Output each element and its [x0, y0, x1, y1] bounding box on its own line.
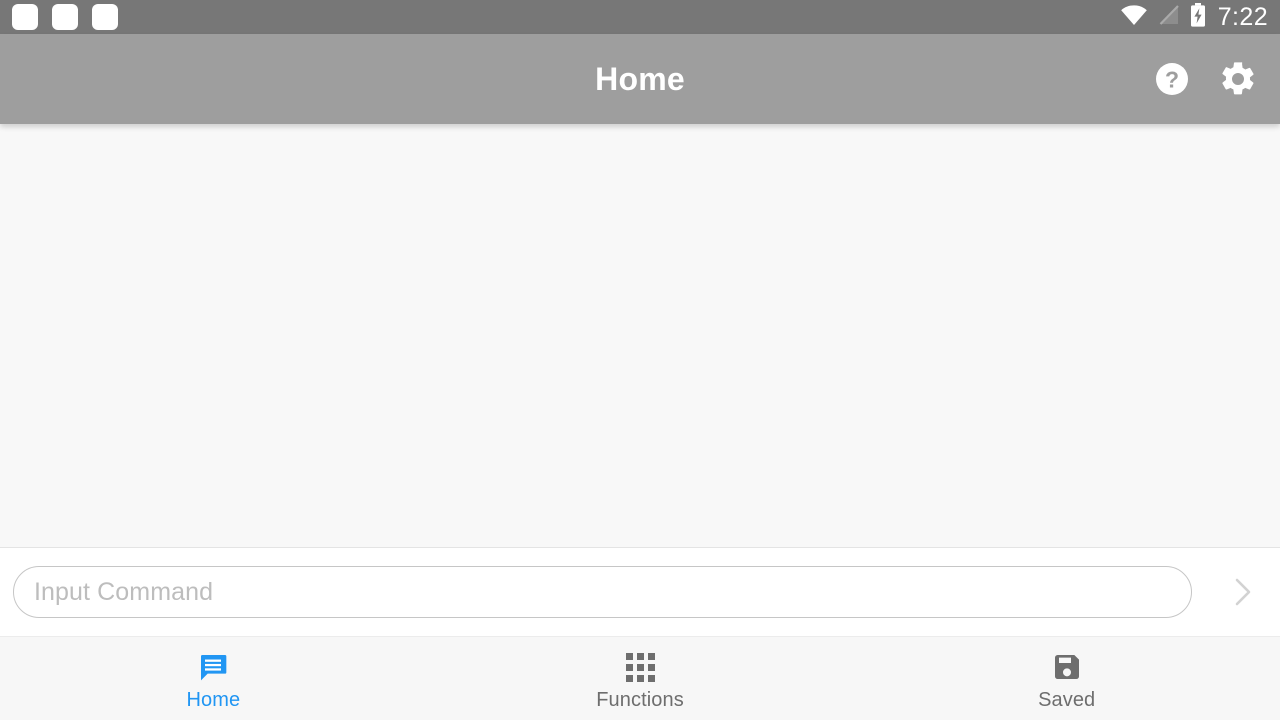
- message-list[interactable]: [0, 124, 1280, 548]
- command-input-field[interactable]: Input Command: [13, 566, 1192, 618]
- nav-item-functions[interactable]: Functions: [427, 637, 854, 720]
- status-notification-icons: [12, 4, 118, 30]
- wifi-icon: [1120, 4, 1148, 30]
- notification-icon: [12, 4, 38, 30]
- nav-label-saved: Saved: [1038, 689, 1096, 711]
- bottom-navigation: Home Functions Saved: [0, 636, 1280, 720]
- settings-icon[interactable]: [1218, 59, 1258, 99]
- notification-icon: [52, 4, 78, 30]
- battery-charging-icon: [1190, 2, 1206, 32]
- command-input-placeholder: Input Command: [34, 577, 214, 606]
- status-clock: 7:22: [1217, 2, 1268, 31]
- svg-text:?: ?: [1165, 67, 1179, 93]
- nav-item-home[interactable]: Home: [0, 637, 427, 720]
- help-icon[interactable]: ?: [1154, 61, 1190, 97]
- page-title: Home: [595, 60, 685, 97]
- chat-icon: [197, 651, 229, 683]
- app-toolbar: Home ?: [0, 34, 1280, 124]
- signal-off-icon: [1158, 4, 1180, 31]
- nav-label-functions: Functions: [596, 689, 684, 711]
- command-input-bar: Input Command: [0, 548, 1280, 636]
- chevron-right-icon[interactable]: [1206, 555, 1280, 629]
- status-bar: 7:22: [0, 0, 1280, 34]
- toolbar-actions: ?: [1154, 59, 1280, 99]
- notification-icon: [92, 4, 118, 30]
- grid-icon: [625, 651, 655, 683]
- nav-item-saved[interactable]: Saved: [853, 637, 1280, 720]
- app-screen: 7:22 Home ? Input Command Home Functions…: [0, 0, 1280, 720]
- floppy-disk-icon: [1051, 651, 1083, 683]
- status-system-icons: 7:22: [1120, 2, 1268, 32]
- nav-label-home: Home: [186, 689, 241, 711]
